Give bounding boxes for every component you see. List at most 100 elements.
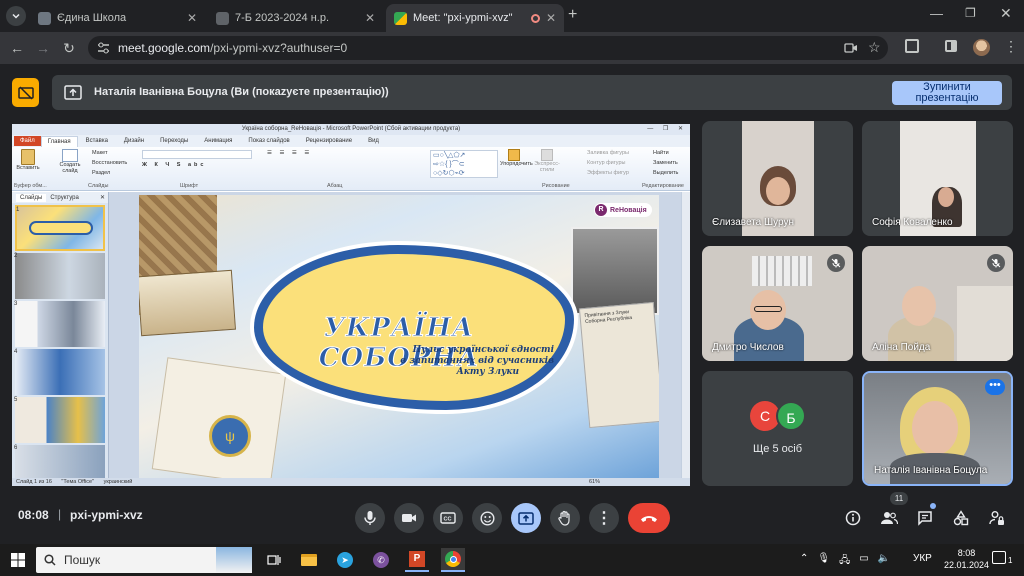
replace-button[interactable]: Заменить [653,160,678,166]
participant-tile[interactable]: Софія Коваленко [862,121,1013,236]
telegram-icon[interactable]: ➤ [333,548,357,572]
close-icon[interactable]: ✕ [365,11,375,25]
present-button[interactable] [511,503,541,533]
paragraph-controls[interactable]: ☰ ☰ ☰ ☰ [267,150,312,156]
close-icon[interactable]: ✕ [546,11,556,25]
newspaper-clipping: Привітання з Злуки Соборна Республіка [578,301,659,429]
task-view-icon[interactable] [262,548,286,572]
paste-button[interactable]: Вставить [16,149,40,171]
participant-tile[interactable]: Єлизавета Шурун [702,121,853,236]
address-bar[interactable]: meet.google.com/pxi-ypmi-xvz?authuser=0 … [88,36,888,60]
ppt-tab[interactable]: Анимация [196,138,240,144]
tray-mic-icon[interactable]: 🎙 [817,553,830,570]
meet-favicon-icon [394,11,407,25]
people-button[interactable] [876,505,902,531]
slide-thumb-2[interactable]: 2 [14,253,105,299]
ppt-tab[interactable]: Вставка [78,138,116,144]
quick-styles-button[interactable]: Экспресс-стили [530,149,564,173]
start-button[interactable] [6,548,30,572]
taskbar-search[interactable]: Пошук [36,547,252,573]
more-options-button[interactable]: ⋮ [589,503,619,533]
browser-tab-class[interactable]: 7-Б 2023-2024 н.р. ✕ [208,4,383,32]
font-controls[interactable] [142,150,252,159]
reset-button[interactable]: Восстановить [92,160,127,166]
leave-call-button[interactable] [628,503,670,533]
bookmark-star-icon[interactable]: ☆ [868,39,881,56]
slide-thumb-4[interactable]: 4 [14,349,105,395]
tab-search-button[interactable] [6,6,26,26]
raise-hand-button[interactable] [550,503,580,533]
others-tile[interactable]: С Б Ще 5 осіб [702,371,853,486]
viber-icon[interactable]: ✆ [369,548,393,572]
ppt-tab-file[interactable]: Файл [14,136,41,146]
host-controls-button[interactable] [984,505,1010,531]
keyboard-language[interactable]: УКР [913,553,932,564]
vertical-scrollbar[interactable] [681,192,690,478]
browser-menu-icon[interactable]: ⋮ [1004,38,1018,55]
profile-avatar[interactable] [973,39,990,56]
ppt-tab[interactable]: Переходы [152,138,196,144]
current-slide[interactable]: Привітання з Злуки Соборна Республіка ψ … [139,195,659,478]
tray-volume-icon[interactable]: 🔈 [878,553,890,570]
layout-button[interactable]: Макет [92,150,108,156]
find-button[interactable]: Найти [653,150,669,156]
chrome-icon[interactable] [441,548,465,572]
ppt-tab[interactable]: Показ слайдов [240,138,297,144]
browser-tab-edyna-shkola[interactable]: Єдина Школа ✕ [30,4,205,32]
close-icon[interactable]: ✕ [187,11,197,25]
shape-outline-button[interactable]: Контур фигуры [587,160,625,166]
shape-fill-button[interactable]: Заливка фигуры [587,150,629,156]
back-button[interactable]: ← [4,40,30,56]
section-button[interactable]: Раздел [92,170,110,176]
window-close-button[interactable]: ✕ [1000,5,1012,22]
clipping-text: Привітання з Злуки Соборна Республіка [584,309,633,325]
new-slide-button[interactable]: Создать слайд [56,149,84,174]
forward-button[interactable]: → [30,40,56,56]
tile-options-button[interactable]: ••• [985,379,1005,395]
slide-thumb-6[interactable]: 6 [14,445,105,478]
minimize-button[interactable]: — [930,6,943,21]
meeting-details-button[interactable] [840,505,866,531]
powerpoint-icon[interactable]: P [405,548,429,572]
chat-button[interactable] [912,505,938,531]
microphone-button[interactable] [355,503,385,533]
slides-tab[interactable]: Слайды [16,193,47,202]
restore-button[interactable]: ❐ [965,6,976,20]
side-panel-icon[interactable] [945,40,957,52]
select-button[interactable]: Выделить [653,170,678,176]
arrange-button[interactable]: Упорядочить [500,149,533,167]
status-zoom[interactable]: 61% [589,478,600,486]
slide-thumb-1[interactable]: 1 [15,205,105,251]
taskbar-clock[interactable]: 8:08 22.01.2024 [944,547,989,571]
outline-tab[interactable]: Структура [50,195,78,201]
stop-presenting-button[interactable]: Зупинити презентацію [892,81,1002,105]
tray-chevron-icon[interactable]: ⌃ [800,553,808,570]
browser-tab-meet[interactable]: Meet: "pxi-ypmi-xvz" ✕ [386,4,564,32]
tray-network-icon[interactable]: 🖧 [839,553,850,570]
slide-thumb-3[interactable]: 3 [14,301,105,347]
shapes-gallery[interactable]: ▭○╲△⬠↗ ⇨☆{ }⌒⊂ ○◇↻⬡⌁⟳ [430,150,498,178]
reactions-button[interactable] [472,503,502,533]
ppt-tab-home[interactable]: Главная [40,135,78,147]
reload-button[interactable]: ↻ [56,40,82,57]
camera-button[interactable] [394,503,424,533]
file-explorer-icon[interactable] [297,548,321,572]
camera-permission-icon[interactable] [844,42,858,54]
ppt-tab[interactable]: Вид [360,138,387,144]
self-tile[interactable]: ••• Наталія Іванівна Боцула [862,371,1013,486]
ppt-tab[interactable]: Дизайн [116,138,152,144]
ppt-tab[interactable]: Рецензирование [298,138,360,144]
activities-button[interactable] [948,505,974,531]
participant-tile[interactable]: Аліна Пойда [862,246,1013,361]
extensions-icon[interactable] [905,39,919,53]
slide-thumb-5[interactable]: 5 [14,397,105,443]
captions-button[interactable]: CC [433,503,463,533]
close-icon[interactable]: ✕ [100,194,105,201]
shape-effects-button[interactable]: Эффекты фигур [587,170,629,176]
participant-tile[interactable]: Дмитро Числов [702,246,853,361]
font-format-buttons[interactable]: Ж К Ч S abc [142,162,206,168]
new-tab-button[interactable]: + [568,6,577,24]
notifications-button[interactable] [992,551,1006,564]
tray-battery-icon[interactable]: ▭ [859,553,868,570]
site-info-icon[interactable] [97,42,110,54]
